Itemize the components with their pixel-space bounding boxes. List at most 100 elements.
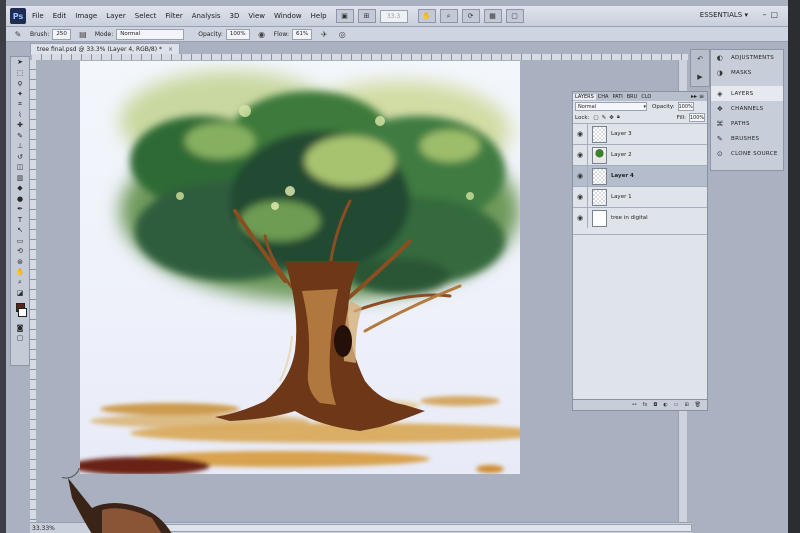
clone-stamp-tool-icon[interactable]: ⊥ [13,141,27,152]
tab-paths[interactable]: PATI [610,94,624,100]
screen-mode-icon[interactable]: ▢ [13,333,27,344]
menu-3d[interactable]: 3D [230,12,240,20]
default-colors-icon[interactable]: ◪ [13,288,27,299]
visibility-eye-icon[interactable]: ◉ [573,187,588,207]
tab-channels[interactable]: CHA [596,94,611,100]
arrange-documents-icon[interactable]: ▦ [483,9,502,23]
layer-row[interactable]: ◉ tree in digital [573,207,707,228]
horizontal-scrollbar[interactable] [130,524,692,532]
quick-mask-icon[interactable]: ◙ [13,323,27,334]
lock-position-icon[interactable]: ✥ [609,115,614,121]
crop-tool-icon[interactable]: ⌗ [13,99,27,110]
tablet-pressure-opacity-icon[interactable]: ◉ [256,29,268,39]
tab-brushes[interactable]: BRU [625,94,640,100]
layers-empty-area [573,234,707,400]
menu-filter[interactable]: Filter [165,12,182,20]
hand-tool-icon[interactable]: ✋ [13,267,27,278]
zoom-tool-icon[interactable]: ⌕ [439,9,458,23]
screen-mode-icon[interactable]: ▢ [505,9,524,23]
quick-selection-tool-icon[interactable]: ✦ [13,89,27,100]
link-layers-icon[interactable]: ⚯ [632,402,636,408]
view-extras-icon[interactable]: ⊞ [357,9,376,23]
menu-file[interactable]: File [32,12,44,20]
window-controls[interactable]: –▢ [762,10,782,19]
menu-layer[interactable]: Layer [106,12,126,20]
zoom-tool-icon[interactable]: ⌕ [13,278,27,289]
type-tool-icon[interactable]: T [13,215,27,226]
blend-mode-select[interactable]: Normal ▾ [575,102,647,111]
dock-item-adjustments[interactable]: ◐ ADJUSTMENTS [711,50,783,65]
visibility-eye-icon[interactable]: ◉ [573,208,588,228]
mode-select[interactable]: Normal [116,28,185,40]
dock-item-clone-source[interactable]: ⊙ CLONE SOURCE [711,146,783,161]
dock-item-brushes[interactable]: ✎ BRUSHES [711,131,783,146]
delete-layer-icon[interactable]: 🗑︎ [695,402,701,408]
layer-row[interactable]: ◉ Layer 2 [573,144,707,165]
document-canvas[interactable] [80,61,520,474]
pen-tool-icon[interactable]: ✒ [13,204,27,215]
background-color-swatch[interactable] [18,307,27,317]
status-zoom[interactable]: 33.33% [32,525,55,532]
visibility-eye-icon[interactable]: ◉ [573,145,588,165]
visibility-eye-icon[interactable]: ◉ [573,124,588,144]
close-tab-icon[interactable]: × [168,46,173,53]
path-selection-tool-icon[interactable]: ↖ [13,225,27,236]
dock-item-layers[interactable]: ◈ LAYERS [711,86,783,101]
menu-edit[interactable]: Edit [53,12,67,20]
blur-tool-icon[interactable]: ◆ [13,183,27,194]
layer-opacity-field[interactable]: 100% [677,102,694,111]
new-group-icon[interactable]: ▭ [674,402,679,408]
tab-layers[interactable]: LAYERS [573,93,596,100]
fill-field[interactable]: 100% [689,113,705,122]
brush-tool-icon[interactable]: ✎ [13,131,27,142]
tablet-pressure-size-icon[interactable]: ◎ [336,29,348,39]
tab-clone-source[interactable]: CLO [639,94,653,100]
new-layer-icon[interactable]: ⊞ [684,402,688,408]
history-panel-icon[interactable]: ↶ [697,55,703,63]
lasso-tool-icon[interactable]: ϙ [13,78,27,89]
dock-item-masks[interactable]: ◑ MASKS [711,65,783,80]
lock-pixels-icon[interactable]: ✎ [602,115,607,121]
move-tool-icon[interactable]: ➤ [13,57,27,68]
layer-style-icon[interactable]: fx [643,402,648,408]
menu-help[interactable]: Help [311,12,327,20]
menu-image[interactable]: Image [75,12,97,20]
menu-select[interactable]: Select [135,12,157,20]
dock-item-paths[interactable]: ⌘ PATHS [711,116,783,131]
eyedropper-tool-icon[interactable]: ⌇ [13,110,27,121]
panel-menu-icon[interactable]: ▸▸ ≡ [691,93,707,100]
dodge-tool-icon[interactable]: ● [13,194,27,205]
menu-analysis[interactable]: Analysis [192,12,221,20]
lock-transparency-icon[interactable]: ▢ [593,115,598,121]
3d-rotate-tool-icon[interactable]: ⟲ [13,246,27,257]
flow-field[interactable]: 61% [292,28,313,40]
menu-window[interactable]: Window [274,12,302,20]
hand-tool-icon[interactable]: ✋ [417,9,436,23]
add-mask-icon[interactable]: ◘ [653,402,657,408]
layer-row[interactable]: ◉ Layer 1 [573,186,707,207]
rotate-view-icon[interactable]: ⟳ [461,9,480,23]
brush-panel-toggle-icon[interactable]: ▤ [77,29,89,39]
opacity-field[interactable]: 100% [225,28,250,40]
brush-tool-preset-icon[interactable]: ✎ [12,29,24,39]
marquee-tool-icon[interactable]: ⬚ [13,68,27,79]
workspace-switcher[interactable]: ESSENTIALS ▾ [700,11,748,19]
brush-size-picker[interactable]: 250 [52,28,71,40]
history-brush-tool-icon[interactable]: ↺ [13,152,27,163]
gradient-tool-icon[interactable]: ▥ [13,173,27,184]
3d-orbit-tool-icon[interactable]: ⊛ [13,257,27,268]
eraser-tool-icon[interactable]: ◫ [13,162,27,173]
adjustment-layer-icon[interactable]: ◐ [663,402,667,408]
lock-all-icon[interactable]: 🔒︎ [617,114,620,121]
layer-row[interactable]: ◉ Layer 3 [573,123,707,144]
airbrush-icon[interactable]: ✈ [318,29,330,39]
layer-row-selected[interactable]: ◉ Layer 4 [573,165,707,186]
dock-item-channels[interactable]: ❖ CHANNELS [711,101,783,116]
zoom-level-field[interactable]: 33.3 [379,9,408,23]
bridge-icon[interactable]: ▣ [335,9,354,23]
shape-tool-icon[interactable]: ▭ [13,236,27,247]
healing-brush-tool-icon[interactable]: ✚ [13,120,27,131]
menu-view[interactable]: View [248,12,265,20]
actions-panel-icon[interactable]: ▶ [697,73,702,81]
visibility-eye-icon[interactable]: ◉ [573,166,588,186]
